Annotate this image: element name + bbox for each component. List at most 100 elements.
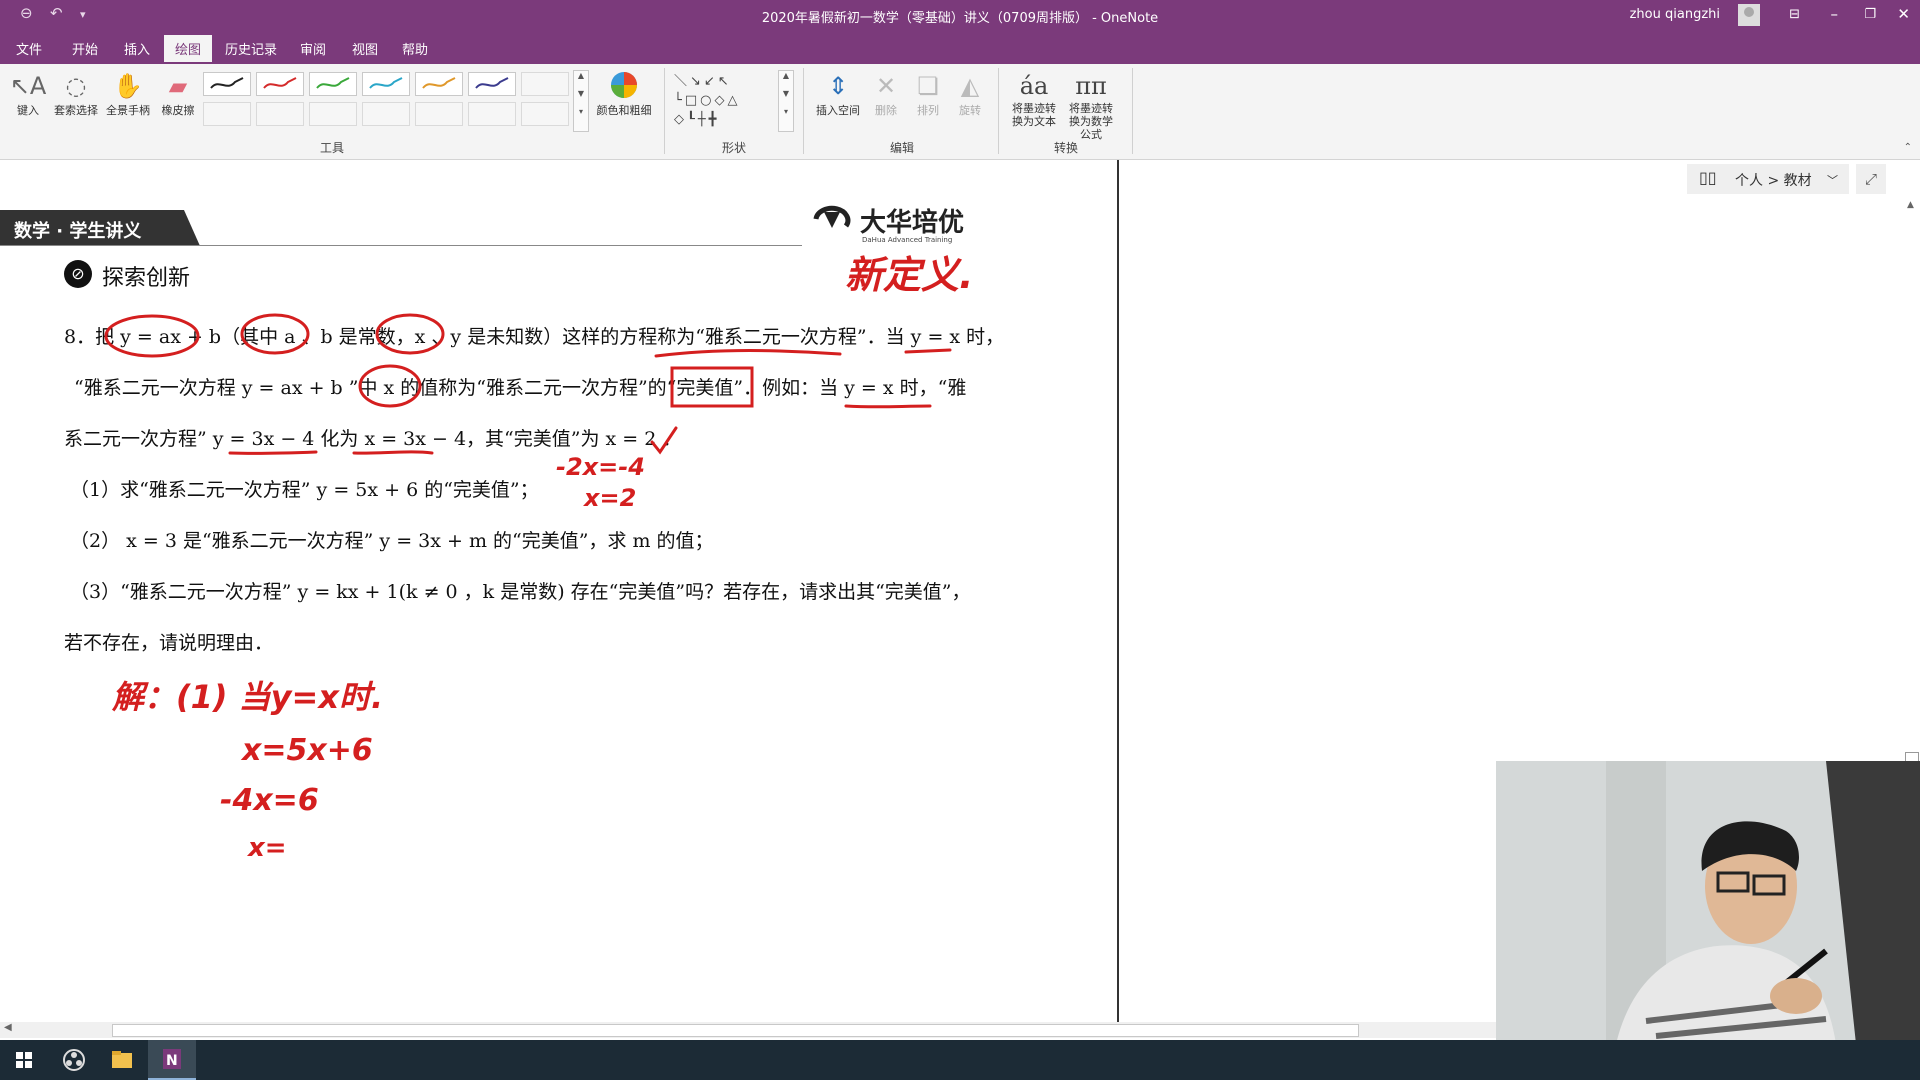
pen-swatch-red[interactable] bbox=[256, 72, 304, 96]
obs-icon bbox=[63, 1049, 85, 1071]
color-thickness-button[interactable]: 颜色和粗细 bbox=[592, 70, 656, 118]
lasso-select-button[interactable]: ◌ 套索选择 bbox=[50, 70, 102, 118]
scrollbar-thumb[interactable] bbox=[112, 1024, 1359, 1037]
group-label-shapes: 形状 bbox=[722, 141, 747, 155]
page-boundary-line bbox=[1117, 160, 1119, 1022]
color-wheel-icon bbox=[592, 70, 656, 102]
ink-underline[interactable] bbox=[352, 450, 434, 455]
restore-icon[interactable]: ❐ bbox=[1864, 7, 1876, 22]
pen-slot-empty[interactable] bbox=[468, 102, 516, 126]
pan-hand-button[interactable]: ✋ 全景手柄 bbox=[102, 70, 154, 118]
scroll-left-icon[interactable]: ◀ bbox=[4, 1022, 12, 1033]
pen-slot-empty[interactable] bbox=[256, 102, 304, 126]
pen-stroke-icon bbox=[263, 77, 297, 89]
pen-slot-empty[interactable] bbox=[362, 102, 410, 126]
ink-annotations[interactable]: 新定义. -2x=-4 x=2 解：(1) 当y=x时. x=5x+6 -4x=… bbox=[0, 160, 1110, 860]
line-shape-icon[interactable]: ＼↘↙↖ bbox=[674, 74, 732, 89]
title-bar: ⊖ ↶ ▾ 2020年暑假新初一数学（零基础）讲义（0709周排版） - One… bbox=[0, 0, 1920, 31]
ink-solution-3[interactable]: -4x=6 bbox=[220, 783, 319, 818]
start-button[interactable] bbox=[0, 1040, 48, 1080]
notebook-icon: ▯▯ bbox=[1699, 168, 1717, 187]
full-page-view-button[interactable]: ⤢ bbox=[1856, 164, 1886, 194]
tab-help[interactable]: 帮助 bbox=[402, 39, 428, 58]
windows-logo-icon bbox=[16, 1052, 32, 1068]
rect-shape-icon[interactable]: └□○◇△ bbox=[674, 93, 740, 108]
ink-underline[interactable] bbox=[904, 348, 952, 354]
pen-slot-empty[interactable] bbox=[415, 102, 463, 126]
axis-shape-icon[interactable]: ◇┖┼╋ bbox=[674, 112, 719, 127]
user-name[interactable]: zhou qiangzhi bbox=[1630, 7, 1720, 22]
eraser-icon: ▰ bbox=[168, 72, 188, 100]
ribbon: ↖A 键入 ◌ 套索选择 ✋ 全景手柄 ▰ 橡皮擦 ▲ ▼ ▾ 颜色和粗细 工具… bbox=[0, 64, 1920, 160]
ink-underline[interactable] bbox=[844, 404, 932, 409]
scroll-up-icon[interactable]: ▲ bbox=[1907, 200, 1914, 210]
ink-circle[interactable] bbox=[240, 313, 310, 355]
tab-file[interactable]: 文件 bbox=[16, 39, 42, 58]
ink-to-math-button[interactable]: ππ 将墨迹转换为数学公式 bbox=[1062, 70, 1120, 141]
ink-circle[interactable] bbox=[375, 313, 445, 355]
ink-solution-1[interactable]: 解：(1) 当y=x时. bbox=[111, 678, 383, 716]
tab-history[interactable]: 历史记录 bbox=[225, 39, 277, 58]
pen-stroke-icon bbox=[316, 77, 350, 89]
tab-insert[interactable]: 插入 bbox=[124, 39, 150, 58]
ink-to-math-icon: ππ bbox=[1075, 72, 1107, 100]
tab-draw[interactable]: 绘图 bbox=[164, 35, 213, 62]
pen-swatch-green[interactable] bbox=[309, 72, 357, 96]
minimize-icon[interactable]: – bbox=[1831, 5, 1839, 23]
ink-solution-4[interactable]: x= bbox=[246, 833, 287, 860]
ink-circle[interactable] bbox=[104, 314, 200, 358]
ink-box[interactable] bbox=[670, 366, 754, 408]
ink-work-1[interactable]: -2x=-4 bbox=[556, 453, 645, 481]
pen-stroke-icon bbox=[475, 77, 509, 89]
rotate-button[interactable]: ◭ 旋转 bbox=[944, 70, 996, 118]
pen-swatch-black[interactable] bbox=[203, 72, 251, 96]
taskbar-onenote[interactable]: N bbox=[148, 1040, 196, 1080]
insert-space-button[interactable]: ⇕ 插入空间 bbox=[812, 70, 864, 118]
group-label-tools: 工具 bbox=[320, 141, 345, 155]
ribbon-display-options-icon[interactable]: ⊟ bbox=[1789, 7, 1800, 22]
pen-swatch-cyan[interactable] bbox=[362, 72, 410, 96]
onenote-icon: N bbox=[163, 1049, 181, 1069]
taskbar-obs[interactable] bbox=[50, 1040, 98, 1080]
pen-gallery-scroll[interactable]: ▲ ▼ ▾ bbox=[573, 70, 589, 132]
pen-swatch-navy[interactable] bbox=[468, 72, 516, 96]
close-icon[interactable]: ✕ bbox=[1897, 5, 1910, 23]
ink-to-text-button[interactable]: áa 将墨迹转换为文本 bbox=[1006, 70, 1062, 128]
ink-solution-2[interactable]: x=5x+6 bbox=[240, 733, 373, 768]
chevron-down-icon: ﹀ bbox=[1827, 174, 1838, 187]
taskbar-file-explorer[interactable] bbox=[98, 1040, 146, 1080]
pen-slot-empty[interactable] bbox=[203, 102, 251, 126]
ribbon-separator bbox=[998, 68, 999, 154]
ink-underline[interactable] bbox=[654, 349, 842, 358]
hand-icon: ✋ bbox=[113, 72, 143, 100]
tab-review[interactable]: 审阅 bbox=[300, 39, 326, 58]
tab-view[interactable]: 视图 bbox=[352, 39, 378, 58]
ribbon-separator bbox=[664, 68, 665, 154]
horizontal-scrollbar[interactable]: ◀ bbox=[0, 1022, 1496, 1038]
eraser-button[interactable]: ▰ 橡皮擦 bbox=[152, 70, 204, 118]
notebook-navigation-button[interactable]: ▯▯ 个人 > 教材 ﹀ bbox=[1687, 164, 1849, 194]
ink-to-text-icon: áa bbox=[1019, 72, 1049, 100]
tab-home[interactable]: 开始 bbox=[72, 39, 98, 58]
webcam-overlay bbox=[1496, 761, 1920, 1044]
pen-stroke-icon bbox=[369, 77, 403, 89]
ink-note-new-definition[interactable]: 新定义. bbox=[845, 253, 973, 297]
ink-checkmark[interactable] bbox=[650, 426, 678, 455]
shapes-gallery-scroll[interactable]: ▲ ▼ ▾ bbox=[778, 70, 794, 132]
rotate-icon: ◭ bbox=[960, 72, 980, 100]
ink-circle[interactable] bbox=[358, 364, 422, 408]
shapes-gallery[interactable]: ＼↘↙↖ └□○◇△ ◇┖┼╋ bbox=[674, 72, 784, 130]
ink-underline[interactable] bbox=[228, 450, 318, 455]
svg-text:N: N bbox=[166, 1053, 178, 1069]
type-tool-button[interactable]: ↖A 键入 bbox=[2, 70, 54, 118]
pen-stroke-icon bbox=[210, 77, 244, 89]
avatar[interactable] bbox=[1738, 4, 1760, 26]
collapse-ribbon-icon[interactable]: ⌃ bbox=[1904, 142, 1912, 153]
ink-work-2[interactable]: x=2 bbox=[583, 484, 636, 512]
pen-slot-empty[interactable] bbox=[309, 102, 357, 126]
pen-stroke-icon bbox=[422, 77, 456, 89]
pen-slot-empty[interactable] bbox=[521, 102, 569, 126]
pen-slot-empty[interactable] bbox=[521, 72, 569, 96]
insert-space-icon: ⇕ bbox=[827, 72, 849, 100]
pen-swatch-orange[interactable] bbox=[415, 72, 463, 96]
